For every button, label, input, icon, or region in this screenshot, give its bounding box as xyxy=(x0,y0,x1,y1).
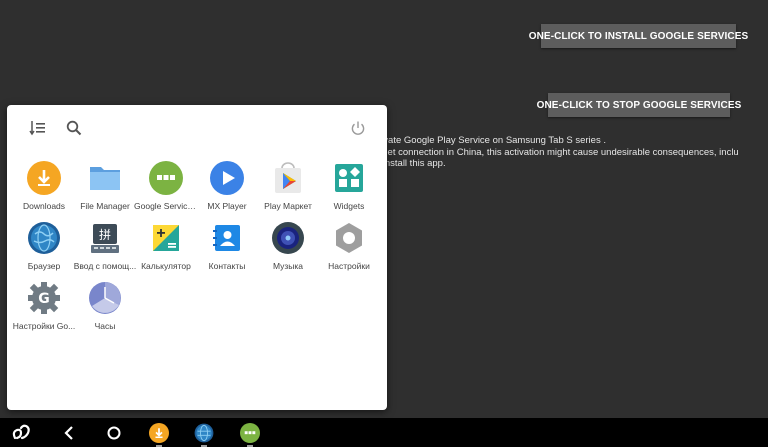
app-label: Контакты xyxy=(208,261,246,271)
app-google-services[interactable]: Google Service... xyxy=(134,161,198,217)
app-label: Калькулятор xyxy=(141,261,191,271)
app-label: Downloads xyxy=(22,201,66,211)
app-launcher-panel: Downloads File Manager Google Service...… xyxy=(7,105,387,410)
remix-logo-icon[interactable] xyxy=(10,421,34,445)
app-browser[interactable]: Браузер xyxy=(12,221,76,277)
app-calculator[interactable]: Калькулятор xyxy=(134,221,198,277)
settings-gear-icon xyxy=(332,221,366,255)
app-label: Google Service... xyxy=(134,201,198,211)
folder-icon xyxy=(88,161,122,195)
back-icon[interactable] xyxy=(57,421,81,445)
widgets-icon xyxy=(332,161,366,195)
app-google-settings[interactable]: G Настройки Go... xyxy=(12,281,76,337)
app-settings[interactable]: Настройки xyxy=(317,221,381,277)
app-label: Браузер xyxy=(27,261,61,271)
app-label: Ввод с помощ... xyxy=(73,261,137,271)
play-store-icon xyxy=(271,161,305,195)
download-icon xyxy=(27,161,61,195)
description-line: e the internet connection in China, this… xyxy=(340,146,739,158)
app-input-method[interactable]: 拼 Ввод с помощ... xyxy=(73,221,137,277)
music-icon xyxy=(271,221,305,255)
app-widgets[interactable]: Widgets xyxy=(317,161,381,217)
sort-list-icon[interactable] xyxy=(27,117,49,139)
svg-text:拼: 拼 xyxy=(99,228,111,242)
app-label: MX Player xyxy=(207,201,247,211)
install-google-services-button[interactable]: ONE-CLICK TO INSTALL GOOGLE SERVICES xyxy=(529,24,748,48)
app-label: File Manager xyxy=(80,201,130,211)
app-downloads[interactable]: Downloads xyxy=(12,161,76,217)
taskbar-browser-icon[interactable] xyxy=(192,421,216,447)
google-settings-icon: G xyxy=(27,281,61,315)
keyboard-icon: 拼 xyxy=(88,221,122,255)
description-line: wn risk to install this app. xyxy=(340,158,446,169)
app-music[interactable]: Музыка xyxy=(256,221,320,277)
navigation-bar xyxy=(0,418,768,447)
search-icon[interactable] xyxy=(63,117,85,139)
launcher-toolbar xyxy=(7,105,387,149)
google-services-icon xyxy=(149,161,183,195)
app-label: Музыка xyxy=(272,261,304,271)
app-mx-player[interactable]: MX Player xyxy=(195,161,259,217)
app-contacts[interactable]: Контакты xyxy=(195,221,259,277)
app-label: Часы xyxy=(94,321,116,331)
home-icon[interactable] xyxy=(102,421,126,445)
svg-text:G: G xyxy=(38,291,50,307)
contacts-icon xyxy=(210,221,244,255)
taskbar-downloads-icon[interactable] xyxy=(147,421,171,447)
description-line: sed to activate Google Play Service on S… xyxy=(340,135,606,146)
clock-icon xyxy=(88,281,122,315)
app-label: Play Маркет xyxy=(264,201,312,211)
stop-google-services-button[interactable]: ONE-CLICK TO STOP GOOGLE SERVICES xyxy=(537,93,741,117)
play-icon xyxy=(210,161,244,195)
taskbar-google-services-icon[interactable] xyxy=(238,421,262,447)
app-label: Настройки xyxy=(328,261,370,271)
description-text: sed to activate Google Play Service on S… xyxy=(340,135,768,170)
app-play-market[interactable]: Play Маркет xyxy=(256,161,320,217)
calculator-icon xyxy=(149,221,183,255)
app-file-manager[interactable]: File Manager xyxy=(73,161,137,217)
globe-icon xyxy=(27,221,61,255)
app-clock[interactable]: Часы xyxy=(73,281,137,337)
app-label: Widgets xyxy=(333,201,365,211)
app-label: Настройки Go... xyxy=(12,321,76,331)
power-icon[interactable] xyxy=(347,117,369,139)
